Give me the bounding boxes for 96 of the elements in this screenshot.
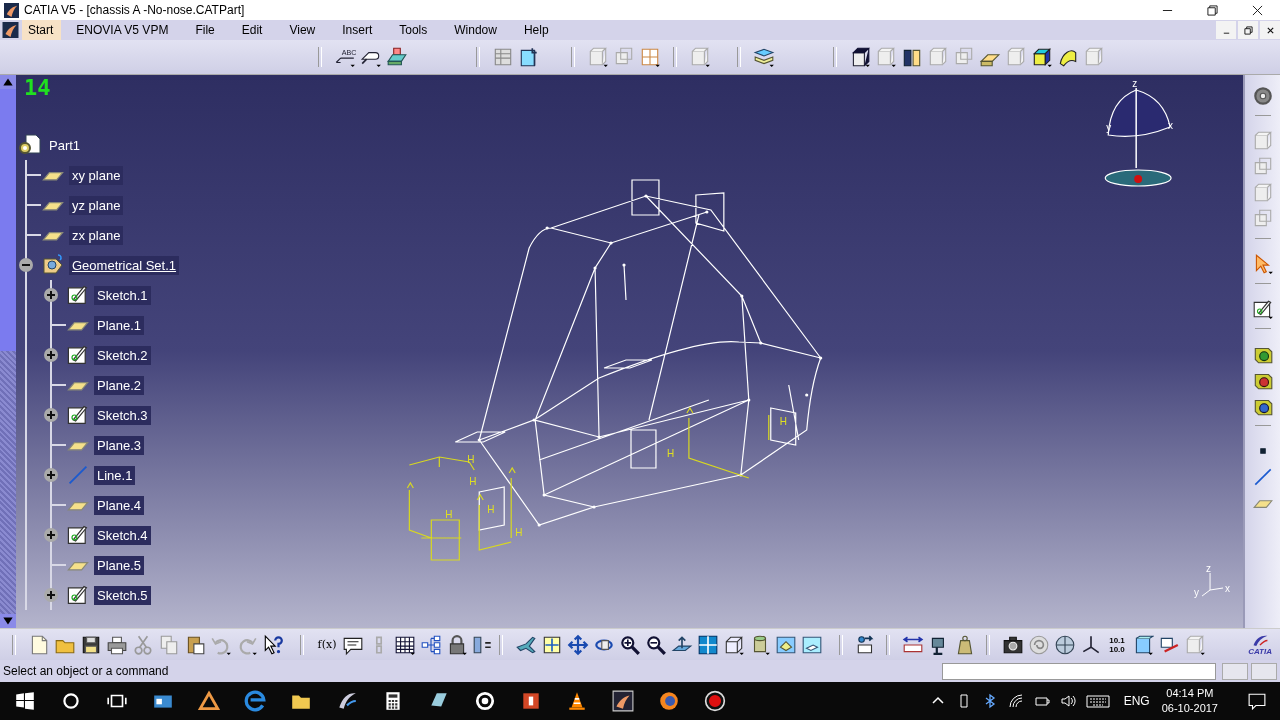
scale-icon[interactable]: 10.1 10.0: [1105, 633, 1129, 656]
expand-button[interactable]: [44, 468, 58, 482]
help-icon[interactable]: [262, 633, 284, 656]
axis-label: z: [1206, 563, 1212, 574]
settings-icon[interactable]: [1251, 85, 1274, 107]
layers-icon[interactable]: [753, 46, 775, 68]
constraint-label: H: [487, 504, 495, 515]
record-icon[interactable]: [704, 690, 726, 712]
menu-item[interactable]: Start: [22, 20, 62, 40]
scroll-down-button[interactable]: [0, 614, 16, 628]
sketch-icon[interactable]: [1251, 298, 1274, 320]
sketch-icon[interactable]: [66, 283, 90, 307]
expand-button[interactable]: [44, 288, 58, 302]
tree-item[interactable]: Sketch.3: [94, 405, 151, 425]
restore-icon[interactable]: [1207, 4, 1218, 16]
menu-item[interactable]: Insert: [336, 20, 381, 40]
counter-text: 14: [24, 75, 51, 100]
sketch-icon[interactable]: [66, 523, 90, 547]
browser-icon[interactable]: [658, 690, 680, 712]
menu-item[interactable]: File: [189, 20, 223, 40]
stamp-icon[interactable]: [386, 46, 408, 68]
expand-button[interactable]: [44, 588, 58, 602]
tree-item[interactable]: Plane.4: [94, 495, 145, 515]
tree-diagram-icon[interactable]: [420, 633, 442, 656]
grid-icon[interactable]: [639, 46, 661, 68]
expand-button[interactable]: [44, 408, 58, 422]
zoom-out-icon[interactable]: [645, 633, 667, 656]
tree-item[interactable]: zx plane: [69, 225, 124, 245]
menu-item[interactable]: Tools: [393, 20, 436, 40]
constraint-label: H: [469, 476, 477, 487]
four-panes-icon[interactable]: [697, 633, 719, 656]
axis-label: y: [1194, 587, 1200, 598]
menu-item[interactable]: Help: [517, 20, 557, 40]
menu-item[interactable]: ENOVIA V5 VPM: [70, 20, 177, 40]
close-button[interactable]: [1260, 21, 1280, 39]
formula-icon[interactable]: f(x): [315, 633, 339, 656]
tree-item[interactable]: Sketch.1: [94, 285, 151, 305]
status-message: Select an object or a command: [3, 664, 169, 678]
windows-start-icon[interactable]: [14, 690, 36, 712]
axis-icon: [1201, 572, 1224, 597]
window-title: CATIA V5 - [chassis A -No-nose.CATPart]: [24, 3, 245, 17]
close-icon[interactable]: [1265, 25, 1275, 35]
presentation-app-icon[interactable]: [520, 690, 542, 712]
constraint-label: H: [445, 509, 453, 520]
tree-item[interactable]: Geometrical Set.1: [69, 255, 180, 275]
zoom-in-icon[interactable]: [619, 633, 641, 656]
triangle-icon[interactable]: [198, 690, 220, 712]
menu-item[interactable]: Edit: [235, 20, 271, 40]
colored-cube-icon[interactable]: [1031, 46, 1053, 68]
globe-icon[interactable]: [1054, 633, 1076, 656]
tree-item[interactable]: yz plane: [69, 195, 124, 215]
tree-item[interactable]: Plane.5: [94, 555, 145, 575]
pan-icon[interactable]: [567, 633, 589, 656]
cut-plane-icon[interactable]: [518, 46, 540, 68]
language-indicator[interactable]: ENG: [1123, 694, 1150, 708]
close-icon[interactable]: [1252, 4, 1263, 16]
menu-item[interactable]: Window: [448, 20, 505, 40]
constraint-label: H: [779, 416, 787, 427]
constraint-label: H: [515, 527, 523, 538]
scrollbar-thumb[interactable]: [0, 89, 16, 351]
tree-item[interactable]: xy plane: [69, 165, 124, 185]
clock[interactable]: 04:14 PM 06-10-2017: [1161, 686, 1218, 716]
sketch-icon[interactable]: [66, 343, 90, 367]
volume-icon[interactable]: [1059, 693, 1076, 709]
target-icon[interactable]: [474, 690, 496, 712]
tree-item[interactable]: Sketch.4: [94, 525, 151, 545]
sketch-icon[interactable]: [66, 583, 90, 607]
axis-label: z: [1132, 78, 1138, 89]
keyboard-icon[interactable]: [1085, 693, 1110, 709]
catia-logo: CATIA: [1248, 633, 1272, 656]
constraint-label: H: [666, 448, 675, 459]
tree-item[interactable]: Sketch.2: [94, 345, 151, 365]
expand-button[interactable]: [44, 528, 58, 542]
restore-icon[interactable]: [1243, 25, 1253, 35]
restore-button[interactable]: [1238, 21, 1258, 39]
tree-item[interactable]: Plane.2: [94, 375, 145, 395]
part-icon[interactable]: [18, 133, 42, 157]
tree-item[interactable]: Sketch.5: [94, 585, 151, 605]
constraint-label: H: [467, 454, 475, 465]
command-input[interactable]: [942, 662, 1216, 680]
search-icon[interactable]: [60, 690, 82, 712]
tree-item[interactable]: Part1: [46, 135, 84, 155]
tree-item[interactable]: Line.1: [94, 465, 136, 485]
expand-button[interactable]: [19, 258, 33, 272]
axis-icon[interactable]: [1080, 633, 1102, 656]
browser-icon[interactable]: [244, 690, 266, 712]
geometry-set-icon[interactable]: [41, 253, 65, 277]
sketch-icon[interactable]: [66, 403, 90, 427]
wifi-icon[interactable]: [1007, 693, 1024, 709]
expand-button[interactable]: [44, 348, 58, 362]
tree-item[interactable]: Plane.3: [94, 435, 145, 455]
tree-item[interactable]: Plane.1: [94, 315, 145, 335]
menu-item[interactable]: View: [283, 20, 324, 40]
axis-label: x: [1225, 583, 1231, 594]
notification-icon[interactable]: [1248, 692, 1266, 710]
scroll-up-button[interactable]: [0, 75, 16, 89]
